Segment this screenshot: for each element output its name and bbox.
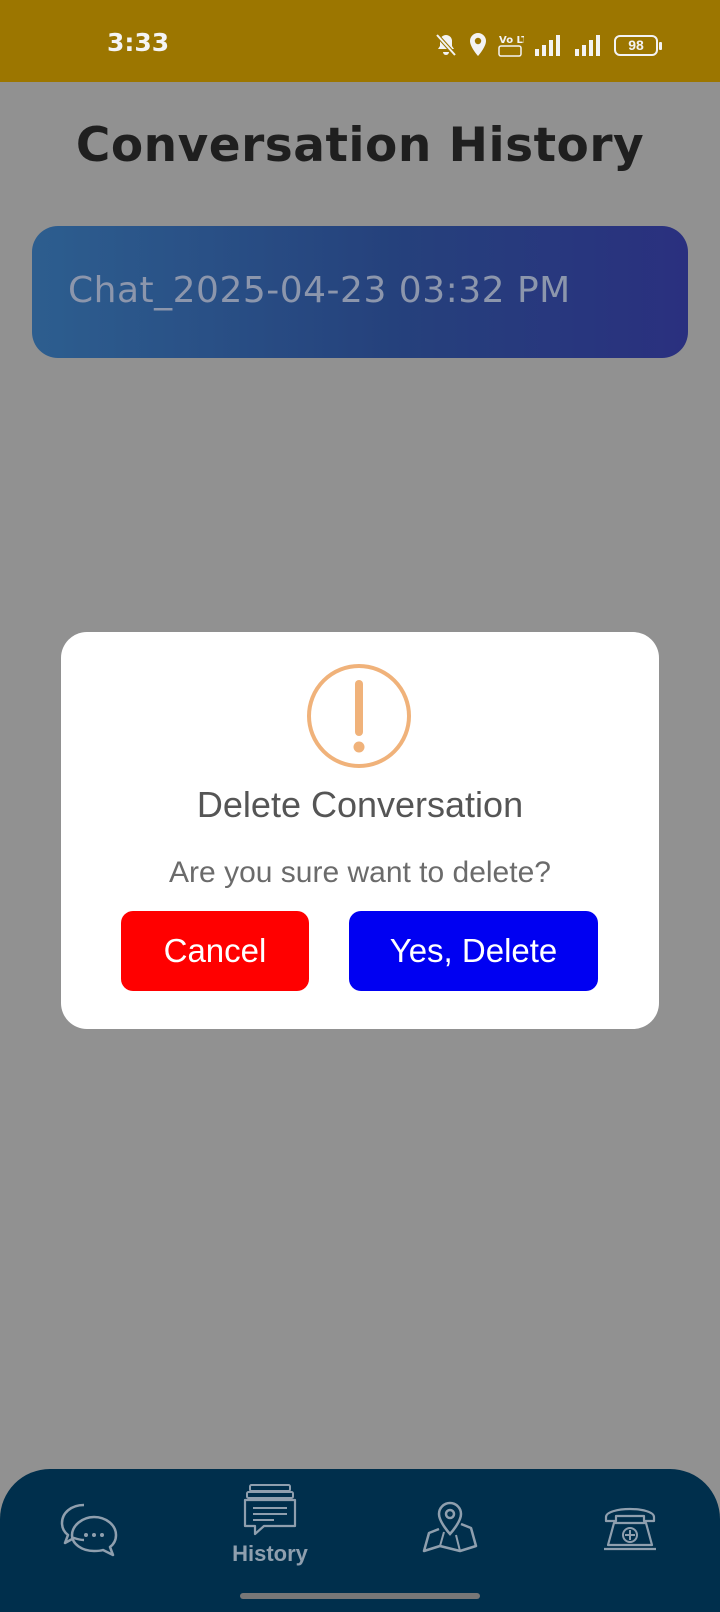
history-stack-icon [242, 1483, 298, 1537]
volte-text: Vo LTE [499, 35, 524, 46]
app-screen: 3:33 Vo LTE [0, 0, 720, 1612]
confirm-delete-button[interactable]: Yes, Delete [349, 911, 598, 991]
nav-item-chat[interactable] [58, 1501, 122, 1612]
status-icons: Vo LTE 98 [434, 30, 662, 60]
bell-off-icon [434, 32, 458, 58]
medical-phone-icon [602, 1505, 658, 1553]
delete-dialog: Delete Conversation Are you sure want to… [61, 632, 659, 1029]
volte-icon: Vo LTE [498, 32, 524, 58]
home-indicator[interactable] [240, 1593, 480, 1599]
location-icon [468, 32, 488, 58]
page-title: Conversation History [75, 118, 645, 173]
nav-item-emergency[interactable] [600, 1505, 660, 1612]
warning-icon [305, 662, 413, 770]
chat-bubbles-icon [58, 1501, 122, 1557]
nav-item-history[interactable]: History [210, 1483, 330, 1603]
conversation-label: Chat_2025-04-23 03:32 PM [68, 270, 571, 311]
signal-icon [534, 33, 564, 57]
battery-icon: 98 [614, 34, 662, 56]
bottom-nav: History [0, 1469, 720, 1612]
conversation-item[interactable]: Chat_2025-04-23 03:32 PM [32, 226, 688, 358]
status-time: 3:33 [107, 28, 170, 57]
dialog-title: Delete Conversation [196, 784, 524, 825]
signal-icon [574, 33, 604, 57]
status-bar: 3:33 Vo LTE [0, 0, 720, 82]
map-pin-icon [422, 1499, 478, 1555]
cancel-button[interactable]: Cancel [121, 911, 309, 991]
nav-label-history: History [232, 1541, 308, 1566]
dialog-message: Are you sure want to delete? [169, 856, 551, 889]
